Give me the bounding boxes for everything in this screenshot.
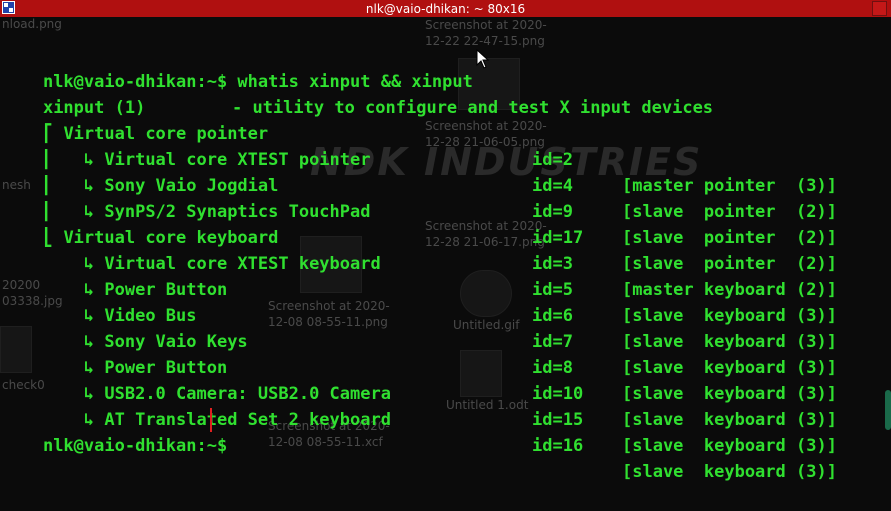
device-id: id=2 — [532, 150, 573, 170]
device-row: ↳ Sony Vaio Keys id=8 [slave keyboard (3… — [2, 303, 837, 404]
device-row: ↳ Power Button id=10 [slave keyboard (3)… — [2, 329, 837, 430]
device-id: id=17 — [532, 228, 584, 248]
device-role: [slave keyboard (3)] — [622, 358, 837, 378]
device-row: ⎜ ↳ SynPS/2 Synaptics TouchPad id=17 [sl… — [2, 173, 837, 274]
device-row: ↳ Virtual core XTEST keyboard id=5 [slav… — [2, 225, 837, 326]
device-role: [master pointer (3)] — [622, 176, 837, 196]
whatis-line: xinput (1) - utility to configure and tes… — [2, 69, 713, 118]
device-role: [slave keyboard (3)] — [622, 384, 837, 404]
device-id: id=8 — [532, 358, 573, 378]
device-role: [slave pointer (2)] — [622, 254, 837, 274]
device-row: ↳ AT Translated Set 2 keyboard id=16 [sl… — [2, 381, 837, 482]
device-id: id=7 — [532, 332, 573, 352]
device-row: ⎣ Virtual core keyboard id=3 [master key… — [2, 199, 837, 300]
device-role: [slave keyboard (3)] — [622, 332, 837, 352]
text-cursor — [210, 408, 212, 432]
device-role: [slave pointer (2)] — [622, 228, 837, 248]
command-text: whatis xinput && xinput — [237, 72, 473, 92]
shell-prompt: nlk@vaio-dhikan:~$ — [42, 436, 238, 456]
terminal-app-icon — [2, 1, 15, 14]
window-titlebar[interactable]: nlk@vaio-dhikan: ~ 80x16 — [0, 0, 891, 17]
whatis-desc: - utility to configure and test X input … — [232, 98, 714, 118]
window-title: nlk@vaio-dhikan: ~ 80x16 — [365, 1, 526, 16]
terminal-output[interactable]: nlk@vaio-dhikan:~$ whatis xinput && xinp… — [0, 17, 891, 482]
device-id: id=15 — [532, 410, 584, 430]
device-row: ⎜ ↳ Sony Vaio Jogdial id=9 [slave pointe… — [2, 147, 837, 248]
device-role: [master keyboard (2)] — [622, 280, 837, 300]
device-row: ↳ Power Button id=6 [slave keyboard (3)] — [2, 251, 837, 352]
device-role: [slave keyboard (3)] — [622, 306, 837, 326]
device-row: ⎜ ↳ Virtual core XTEST pointer id=4 [sla… — [2, 121, 837, 222]
window-close-button[interactable] — [872, 1, 887, 16]
device-row: ⎡ Virtual core pointer id=2 [master poin… — [2, 95, 837, 196]
device-id: id=9 — [532, 202, 573, 222]
device-id: id=5 — [532, 280, 573, 300]
device-id: id=16 — [532, 436, 584, 456]
device-id: id=4 — [532, 176, 573, 196]
device-role: [slave keyboard (3)] — [622, 462, 837, 482]
device-role: [slave keyboard (3)] — [622, 436, 837, 456]
device-id: id=3 — [532, 254, 573, 274]
device-row: ↳ Video Bus id=7 [slave keyboard (3)] — [2, 277, 837, 378]
mouse-pointer-icon — [476, 49, 490, 69]
device-role: [slave pointer (2)] — [622, 202, 837, 222]
device-role: [slave keyboard (3)] — [622, 410, 837, 430]
device-id: id=10 — [532, 384, 584, 404]
device-id: id=6 — [532, 306, 573, 326]
command-line: nlk@vaio-dhikan:~$ whatis xinput && xinp… — [2, 43, 473, 92]
terminal-scrollbar[interactable] — [885, 390, 891, 430]
current-prompt-line: nlk@vaio-dhikan:~$ — [2, 407, 237, 456]
device-row: ↳ USB2.0 Camera: USB2.0 Camera id=15 [sl… — [2, 355, 837, 456]
